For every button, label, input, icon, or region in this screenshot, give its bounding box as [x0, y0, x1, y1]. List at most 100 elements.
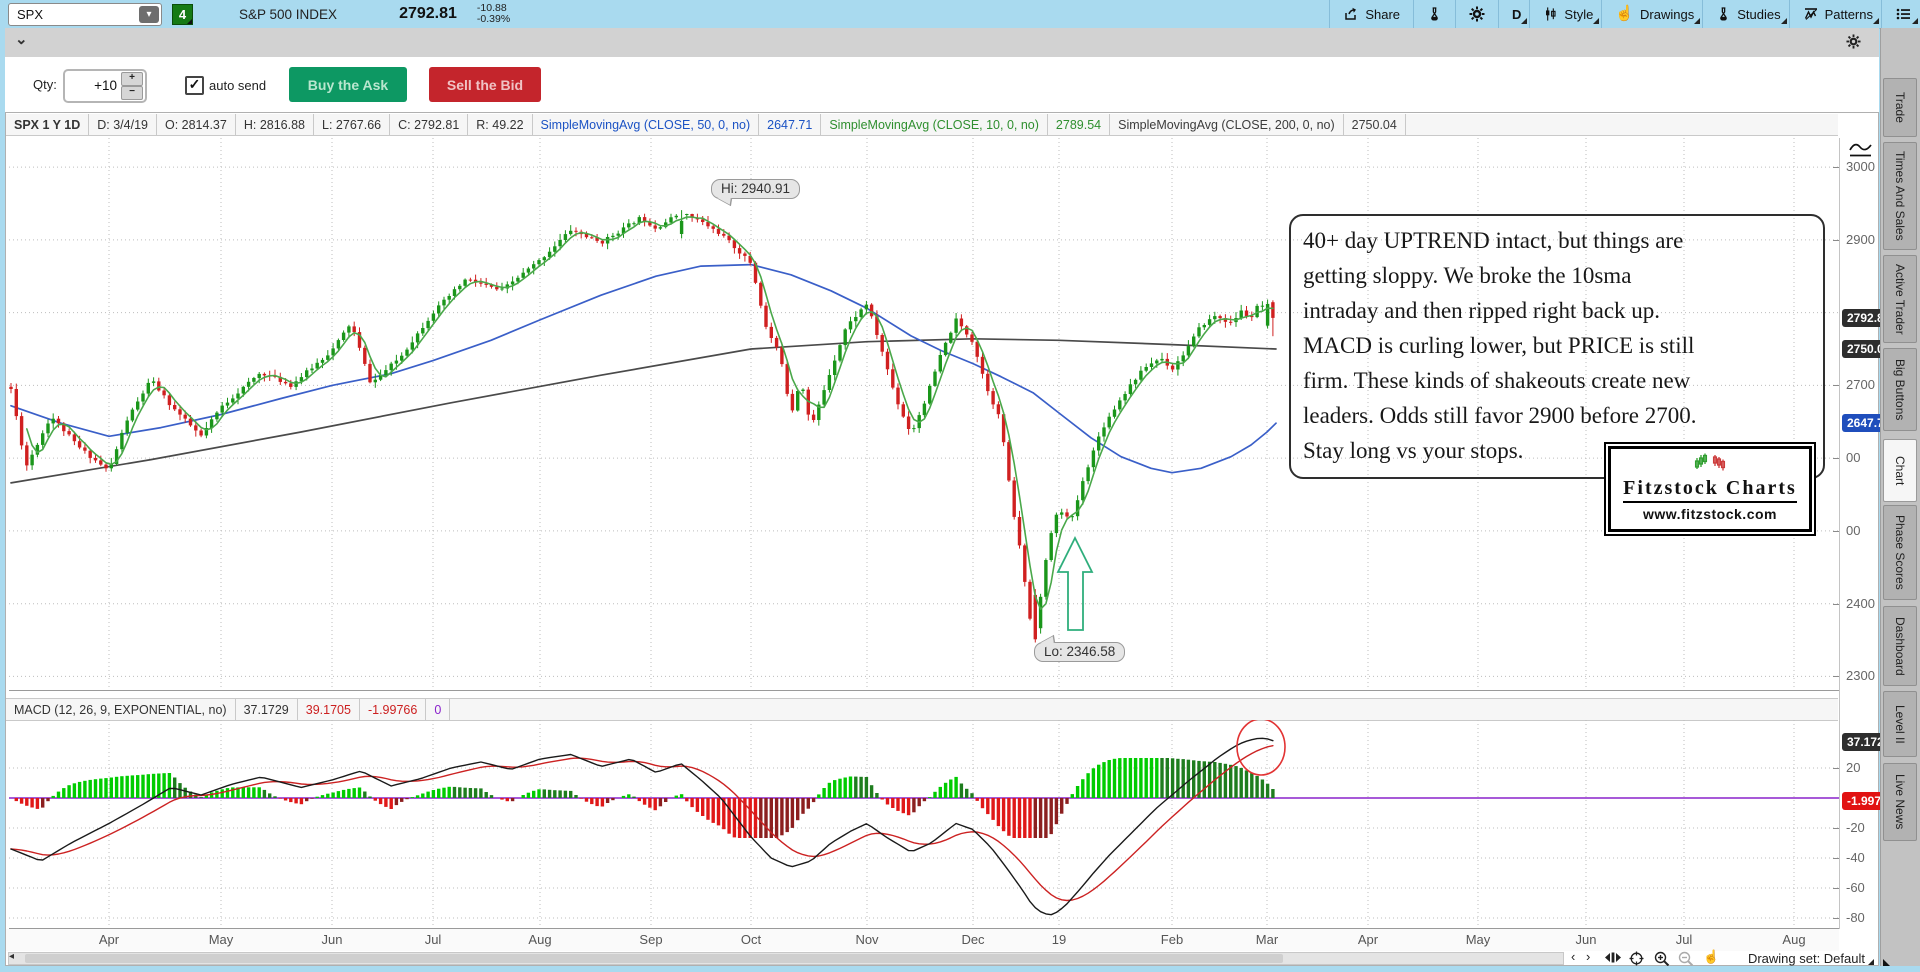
annotation-note[interactable]: 40+ day UPTREND intact, but things arege… — [1289, 214, 1825, 479]
macd-axis-label--20: -20 — [1846, 820, 1865, 835]
chart-panel: SPX 1 Y 1DD: 3/4/19O: 2814.37H: 2816.88L… — [5, 112, 1879, 966]
chart-scroll-row: ◂ ‹ › ☝ Drawing set: Default — [6, 951, 1880, 967]
macd-axis-label--60: -60 — [1846, 880, 1865, 895]
style-label: Style — [1564, 7, 1593, 22]
macd-axis-label-20: 20 — [1846, 760, 1860, 775]
list-menu-icon — [1895, 6, 1912, 22]
studies-button[interactable]: Studies — [1702, 0, 1788, 28]
qty-decrement-button[interactable]: − — [121, 86, 143, 100]
symbol-input[interactable]: SPX — [9, 7, 139, 22]
chart-header-row: SPX 1 Y 1DD: 3/4/19O: 2814.37H: 2816.88L… — [6, 114, 1838, 136]
quantity-stepper[interactable]: + − — [63, 69, 147, 103]
chart-settings-button[interactable] — [1455, 0, 1498, 28]
sma10-study-cell[interactable]: SimpleMovingAvg (CLOSE, 10, 0, no) — [821, 114, 1048, 135]
bar-spacing-icon[interactable] — [1604, 951, 1622, 967]
candlestick-icon — [1543, 6, 1558, 22]
sidebar-tab-trade[interactable]: Trade — [1883, 78, 1917, 137]
month-label-13-may: May — [1466, 932, 1491, 947]
high-cell: H: 2816.88 — [236, 114, 314, 135]
macd-study-cell[interactable]: MACD (12, 26, 9, EXPONENTIAL, no) — [6, 699, 236, 720]
hand-tool-icon[interactable]: ☝ — [1703, 950, 1719, 964]
analysis-tools-button[interactable] — [1413, 0, 1455, 28]
sidebar-menu-button[interactable] — [1881, 0, 1920, 28]
style-button[interactable]: Style — [1529, 0, 1601, 28]
pan-left-button[interactable]: ‹ — [1571, 949, 1575, 964]
symbol-dropdown-button[interactable]: ▾ — [139, 6, 159, 23]
link-group-badge[interactable]: 4 — [172, 4, 193, 25]
drawing-set-selector[interactable]: Drawing set: Default — [1748, 951, 1874, 966]
sma10-value-cell: 2789.54 — [1048, 114, 1110, 135]
sell-the-bid-button[interactable]: Sell the Bid — [429, 67, 541, 102]
price-axis-label-00: 00 — [1846, 523, 1860, 538]
pan-right-button[interactable]: › — [1586, 949, 1590, 964]
sma50-study-cell[interactable]: SimpleMovingAvg (CLOSE, 50, 0, no) — [533, 114, 760, 135]
top-toolbar: SPX ▾ 4 S&P 500 INDEX 2792.81 -10.88 -0.… — [0, 0, 1920, 29]
sidebar-tab-times-and-sales[interactable]: Times And Sales — [1883, 142, 1917, 250]
patterns-icon — [1803, 6, 1819, 22]
qty-input[interactable] — [65, 71, 119, 99]
axis-tick — [1833, 918, 1839, 919]
axis-tick — [1833, 458, 1839, 459]
month-label-9-19: 19 — [1052, 932, 1066, 947]
scrollbar-thumb[interactable] — [25, 954, 1283, 963]
price-axis-label-3000: 3000 — [1846, 159, 1875, 174]
hand-icon: ☝ — [1615, 7, 1634, 21]
right-sidebar: Trade Times And Sales Active Trader Big But… — [1880, 28, 1920, 972]
annotation-line-4: MACD is curling lower, but PRICE is stil… — [1303, 328, 1811, 363]
qty-increment-button[interactable]: + — [121, 72, 143, 86]
sma200-value-cell: 2750.04 — [1344, 114, 1406, 135]
axis-tick — [1833, 888, 1839, 889]
buy-the-ask-button[interactable]: Buy the Ask — [289, 67, 407, 102]
price-axis-label-2300: 2300 — [1846, 668, 1875, 683]
sidebar-tab-phase-scores[interactable]: Phase Scores — [1883, 505, 1917, 600]
panel-gear-icon[interactable] — [1846, 34, 1861, 54]
macd-header-row: MACD (12, 26, 9, EXPONENTIAL, no)37.1729… — [6, 698, 1838, 721]
timeframe-label: D — [1512, 7, 1521, 22]
qty-label: Qty: — [33, 77, 57, 92]
price-axis-label-2700: 2700 — [1846, 377, 1875, 392]
scroll-left-arrow[interactable]: ◂ — [9, 951, 14, 962]
share-icon — [1343, 6, 1359, 22]
axis-tick — [1833, 385, 1839, 386]
month-label-2-jun: Jun — [322, 932, 343, 947]
logo-title: Fitzstock Charts — [1623, 477, 1797, 503]
axis-tick — [1833, 604, 1839, 605]
annotation-line-3: intraday and then ripped right back up. — [1303, 293, 1811, 328]
price-axis-label-00: 00 — [1846, 450, 1860, 465]
share-label: Share — [1365, 7, 1400, 22]
macd-circle-drawing — [1237, 720, 1285, 775]
macd-diff-cell: -1.99766 — [360, 699, 426, 720]
price-change: -10.88 -0.39% — [477, 3, 510, 25]
sma200-study-cell[interactable]: SimpleMovingAvg (CLOSE, 200, 0, no) — [1110, 114, 1344, 135]
annotation-line-6: leaders. Odds still favor 2900 before 27… — [1303, 398, 1811, 433]
sidebar-tab-level-ii[interactable]: Level II — [1883, 691, 1917, 757]
macd-plot[interactable] — [9, 720, 1839, 929]
month-label-14-jun: Jun — [1576, 932, 1597, 947]
symbol-combo[interactable]: SPX ▾ — [8, 3, 162, 26]
drawings-button[interactable]: ☝ Drawings — [1601, 0, 1702, 28]
macd-zero-cell: 0 — [426, 699, 450, 720]
drawings-label: Drawings — [1640, 7, 1694, 22]
sidebar-tab-live-news[interactable]: Live News — [1883, 763, 1917, 841]
sidebar-tab-chart[interactable]: Chart — [1883, 439, 1917, 502]
patterns-button[interactable]: Patterns — [1789, 0, 1881, 28]
last-price: 2792.81 — [399, 5, 457, 23]
logo-candles-icon — [1611, 453, 1809, 476]
collapse-chevron-icon[interactable]: ⌄ — [15, 30, 28, 48]
price-axis-label-2900: 2900 — [1846, 232, 1875, 247]
studies-label: Studies — [1737, 7, 1780, 22]
month-label-1-may: May — [209, 932, 234, 947]
fitzstock-logo-inner: Fitzstock Charts www.fitzstock.com — [1608, 446, 1812, 532]
horizontal-scrollbar[interactable] — [8, 952, 1564, 965]
month-label-3-jul: Jul — [425, 932, 442, 947]
sidebar-tab-dashboard[interactable]: Dashboard — [1883, 606, 1917, 686]
auto-send-checkbox[interactable]: ✓ — [185, 76, 204, 95]
month-label-11-mar: Mar — [1256, 932, 1278, 947]
sidebar-tab-big-buttons[interactable]: Big Buttons — [1883, 348, 1917, 431]
timeframe-button[interactable]: D — [1498, 0, 1529, 28]
close-cell: C: 2792.81 — [390, 114, 468, 135]
price-axis-label-2400: 2400 — [1846, 596, 1875, 611]
share-button[interactable]: Share — [1329, 0, 1413, 28]
axis-divider — [1839, 138, 1840, 929]
sidebar-tab-active-trader[interactable]: Active Trader — [1883, 255, 1917, 343]
